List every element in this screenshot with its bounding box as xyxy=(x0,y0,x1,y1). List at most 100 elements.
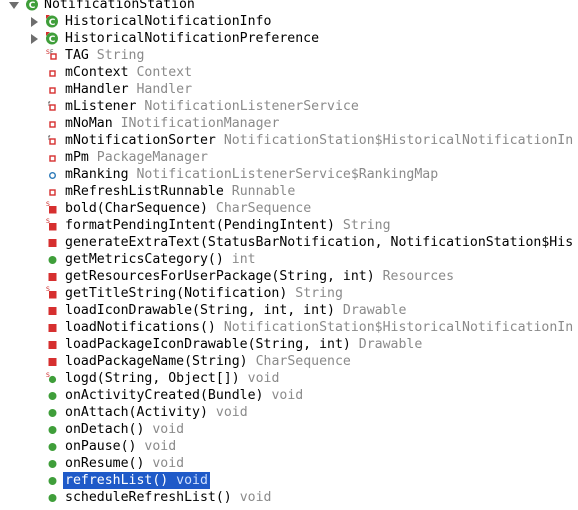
member-type: NotificationStation$HistoricalNotificati… xyxy=(223,133,574,148)
public-method-icon xyxy=(45,472,61,489)
tree-item[interactable]: onResume() void xyxy=(0,455,578,472)
member-name: scheduleRefreshList() xyxy=(65,490,232,505)
tree-item[interactable]: mNoMan INotificationManager xyxy=(0,115,578,132)
tree-item-label: mRanking NotificationListenerService$Ran… xyxy=(65,166,438,183)
member-type: PackageManager xyxy=(96,150,208,165)
tree-item-label: HistoricalNotificationInfo xyxy=(65,13,271,30)
member-name: getResourcesForUserPackage(String, int) xyxy=(65,269,375,284)
svg-text:C: C xyxy=(49,35,56,45)
tree-item-label: formatPendingIntent(PendingIntent) Strin… xyxy=(65,217,391,234)
tree-item[interactable]: refreshList() void xyxy=(0,472,578,489)
tree-item[interactable]: generateExtraText(StatusBarNotification,… xyxy=(0,234,578,251)
private-static-method-icon: S xyxy=(45,285,61,302)
tree-item[interactable]: onAttach(Activity) void xyxy=(0,404,578,421)
member-type: void xyxy=(239,490,272,505)
default-field-icon xyxy=(45,166,61,183)
member-type: Drawable xyxy=(342,303,407,318)
private-method-icon xyxy=(45,234,61,251)
member-name: refreshList() xyxy=(65,473,169,488)
tree-item[interactable]: loadPackageName(String) CharSequence xyxy=(0,353,578,370)
member-name: onAttach(Activity) xyxy=(65,405,208,420)
public-method-icon xyxy=(45,455,61,472)
member-name: getTitleString(Notification) xyxy=(65,286,288,301)
member-type: NotificationStation$HistoricalNotificati… xyxy=(223,320,574,335)
member-name: logd(String, Object[]) xyxy=(65,371,240,386)
tree-item[interactable]: SgetTitleString(Notification) String xyxy=(0,285,578,302)
member-name: loadPackageIconDrawable(String, int) xyxy=(65,337,351,352)
member-type: String xyxy=(342,218,391,233)
chevron-down-icon[interactable] xyxy=(9,2,19,9)
tree-item[interactable]: onPause() void xyxy=(0,438,578,455)
tree-item-label: onActivityCreated(Bundle) void xyxy=(65,387,303,404)
member-type: void xyxy=(152,422,185,437)
public-method-icon xyxy=(45,387,61,404)
static-final-field-icon: SF xyxy=(45,47,61,64)
tree-item[interactable]: mHandler Handler xyxy=(0,81,578,98)
tree-item[interactable]: onActivityCreated(Bundle) void xyxy=(0,387,578,404)
inner-class-icon: C xyxy=(44,30,60,47)
member-type: String xyxy=(295,286,343,301)
class-icon: C xyxy=(24,0,40,13)
tree-item[interactable]: mContext Context xyxy=(0,64,578,81)
private-field-icon xyxy=(45,149,61,166)
private-static-method-icon: S xyxy=(45,200,61,217)
tree-item[interactable]: mRefreshListRunnable Runnable xyxy=(0,183,578,200)
member-name: mRefreshListRunnable xyxy=(65,184,224,199)
outline-tree[interactable]: C NotificationStation C HistoricalNotificat… xyxy=(0,0,578,506)
tree-item-label: getResourcesForUserPackage(String, int) … xyxy=(65,268,454,285)
public-static-method-icon: S xyxy=(45,370,61,387)
tree-item[interactable]: SformatPendingIntent(PendingIntent) Stri… xyxy=(0,217,578,234)
tree-item-label: mPm PackageManager xyxy=(65,149,208,166)
tree-item-label: mContext Context xyxy=(65,64,192,81)
tree-item-label: loadNotifications() NotificationStation$… xyxy=(65,319,573,336)
tree-item[interactable]: getMetricsCategory() int xyxy=(0,251,578,268)
private-method-icon xyxy=(45,268,61,285)
member-name: NotificationStation xyxy=(44,0,195,12)
member-type: INotificationManager xyxy=(120,116,280,131)
member-name: loadPackageName(String) xyxy=(65,354,248,369)
tree-item-label: generateExtraText(StatusBarNotification,… xyxy=(65,234,573,251)
chevron-right-icon[interactable] xyxy=(31,34,38,44)
member-name: onResume() xyxy=(65,456,145,471)
tree-item[interactable]: getResourcesForUserPackage(String, int) … xyxy=(0,268,578,285)
svg-text:C: C xyxy=(49,18,56,28)
member-type: void xyxy=(176,473,208,488)
tree-item[interactable]: S F TAG String xyxy=(0,47,578,64)
member-type: NotificationListenerService$RankingMap xyxy=(136,167,439,182)
member-type: void xyxy=(215,405,248,420)
member-type: Runnable xyxy=(231,184,296,199)
tree-item[interactable]: C NotificationStation xyxy=(0,0,578,13)
tree-item[interactable]: loadNotifications() NotificationStation$… xyxy=(0,319,578,336)
tree-item-label: onResume() void xyxy=(65,455,184,472)
tree-item[interactable]: loadIconDrawable(String, int, int) Drawa… xyxy=(0,302,578,319)
tree-item[interactable]: mRanking NotificationListenerService$Ran… xyxy=(0,166,578,183)
private-field-icon xyxy=(45,64,61,81)
member-name: mPm xyxy=(65,150,89,165)
member-name: onDetach() xyxy=(65,422,145,437)
tree-item-label: getTitleString(Notification) String xyxy=(65,285,343,302)
private-method-icon xyxy=(45,319,61,336)
tree-item[interactable]: C HistoricalNotificationPreference xyxy=(0,30,578,47)
tree-item[interactable]: f mListener NotificationListenerService xyxy=(0,98,578,115)
tree-item[interactable]: loadPackageIconDrawable(String, int) Dra… xyxy=(0,336,578,353)
tree-item[interactable]: C HistoricalNotificationInfo xyxy=(0,13,578,30)
tree-item[interactable]: mPm PackageManager xyxy=(0,149,578,166)
private-method-icon xyxy=(45,336,61,353)
tree-item[interactable]: onDetach() void xyxy=(0,421,578,438)
tree-item-label: mNotificationSorter NotificationStation$… xyxy=(65,132,573,149)
public-method-icon xyxy=(45,421,61,438)
tree-item-label: onPause() void xyxy=(65,438,176,455)
member-type: CharSequence xyxy=(255,354,351,369)
tree-item-label: getMetricsCategory() int xyxy=(65,251,256,268)
tree-item[interactable]: Slogd(String, Object[]) void xyxy=(0,370,578,387)
public-method-icon xyxy=(45,251,61,268)
member-name: mNotificationSorter xyxy=(65,133,216,148)
svg-text:F: F xyxy=(50,49,54,56)
member-type: void xyxy=(247,371,280,386)
tree-item[interactable]: scheduleRefreshList() void xyxy=(0,489,578,506)
private-field-icon xyxy=(45,81,61,98)
chevron-right-icon[interactable] xyxy=(31,17,38,27)
tree-item-label: onDetach() void xyxy=(65,421,184,438)
tree-item[interactable]: Sbold(CharSequence) CharSequence xyxy=(0,200,578,217)
tree-item[interactable]: f mNotificationSorter NotificationStation… xyxy=(0,132,578,149)
